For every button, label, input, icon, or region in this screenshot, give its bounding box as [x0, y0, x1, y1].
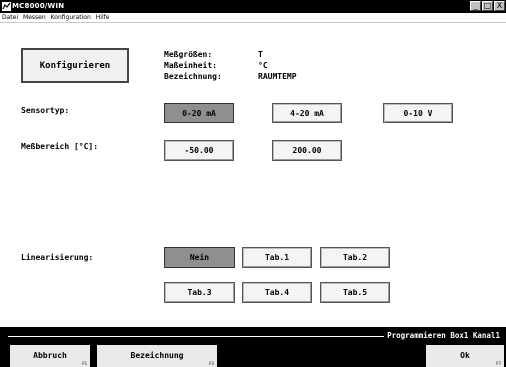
sensortyp-option-0-20ma[interactable]: 0-20 mA	[164, 103, 234, 123]
minimize-button[interactable]: _	[470, 1, 481, 11]
bezeichnung-label: Bezeichnung:	[164, 72, 222, 81]
linearisierung-option-tab2[interactable]: Tab.2	[320, 247, 390, 268]
bezeichnung-button[interactable]: Bezeichnung F2	[97, 345, 217, 367]
messbereich-min-field[interactable]: -50.00	[164, 140, 234, 161]
abbruch-label: Abbruch	[33, 351, 67, 360]
menu-konfiguration[interactable]: Konfiguration	[49, 13, 94, 22]
close-button[interactable]: X	[494, 1, 505, 11]
konfigurieren-button[interactable]: Konfigurieren	[21, 48, 129, 83]
app-icon	[2, 2, 11, 11]
function-key-bar: Programmieren Box1 Kanal1 Abbruch F1 Bez…	[0, 327, 506, 367]
linearisierung-option-tab3[interactable]: Tab.3	[164, 282, 235, 303]
messbereich-max-field[interactable]: 200.00	[272, 140, 342, 161]
sensortyp-option-0-10v[interactable]: 0-10 V	[383, 103, 453, 123]
masseinheit-value: °C	[258, 61, 268, 70]
menu-bar: Datei Messen Konfiguration Hilfe	[0, 13, 506, 23]
masseinheit-label: Maßeinheit:	[164, 61, 217, 70]
status-text: Programmieren Box1 Kanal1	[384, 331, 500, 341]
messgroessen-label: Meßgrößen:	[164, 50, 213, 59]
title-bar: MC8000/WIN _ □ X	[0, 0, 506, 13]
ok-button[interactable]: Ok F7	[426, 345, 504, 367]
linearisierung-option-nein[interactable]: Nein	[164, 247, 235, 268]
sensortyp-option-4-20ma[interactable]: 4-20 mA	[272, 103, 342, 123]
bezeichnung-key: F2	[209, 361, 214, 366]
abbruch-key: F1	[82, 361, 87, 366]
messgroessen-value: T	[258, 50, 263, 59]
linearisierung-label: Linearisierung:	[21, 253, 94, 262]
linearisierung-option-tab5[interactable]: Tab.5	[320, 282, 390, 303]
window-title: MC8000/WIN	[12, 2, 65, 10]
bezeichnung-value: RAUMTEMP	[258, 72, 297, 81]
sensortyp-label: Sensortyp:	[21, 106, 70, 115]
messbereich-label: Meßbereich [°C]:	[21, 142, 99, 151]
linearisierung-option-tab4[interactable]: Tab.4	[242, 282, 312, 303]
ok-key: F7	[496, 361, 501, 366]
maximize-button[interactable]: □	[482, 1, 493, 11]
menu-hilfe[interactable]: Hilfe	[94, 13, 113, 22]
ok-label: Ok	[460, 351, 470, 360]
menu-datei[interactable]: Datei	[0, 13, 21, 22]
abbruch-button[interactable]: Abbruch F1	[10, 345, 90, 367]
window-controls: _ □ X	[470, 1, 505, 11]
bezeichnung-button-label: Bezeichnung	[130, 351, 184, 360]
menu-messen[interactable]: Messen	[21, 13, 49, 22]
linearisierung-option-tab1[interactable]: Tab.1	[242, 247, 312, 268]
